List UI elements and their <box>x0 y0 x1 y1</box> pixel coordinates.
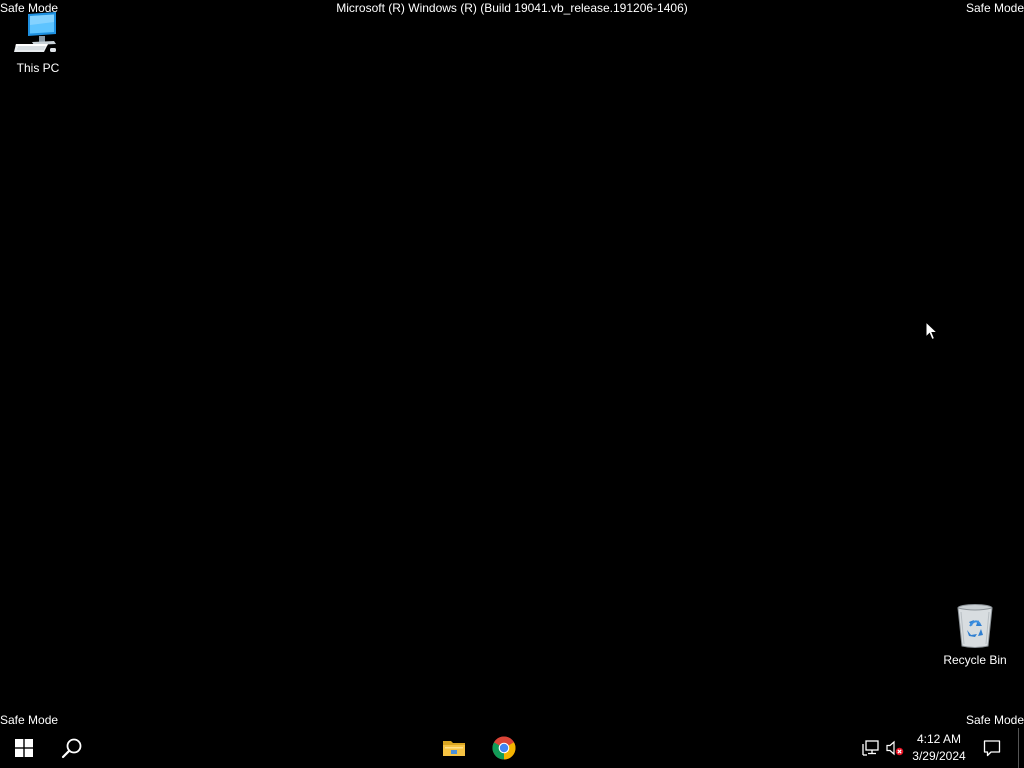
computer-icon <box>14 12 56 52</box>
mouse-cursor-icon <box>925 321 939 341</box>
safe-mode-label-bottom-right: Safe Mode <box>965 713 1024 727</box>
network-icon <box>862 740 879 756</box>
windows-logo-icon <box>15 739 33 757</box>
taskbar-clock[interactable]: 4:12 AM 3/29/2024 <box>906 728 972 768</box>
action-center-button[interactable] <box>976 728 1008 768</box>
desktop-icon-this-pc[interactable]: This PC <box>0 10 76 75</box>
taskbar-chrome-button[interactable] <box>480 728 528 768</box>
volume-muted-icon <box>886 740 904 756</box>
desktop-icon-recycle-bin[interactable]: Recycle Bin <box>937 602 1013 667</box>
recycle-bin-icon <box>957 604 993 648</box>
clock-date: 3/29/2024 <box>912 749 966 763</box>
desktop-icon-label: This PC <box>16 61 60 75</box>
tray-network-button[interactable] <box>860 728 882 768</box>
safe-mode-label-bottom-left: Safe Mode <box>0 713 59 727</box>
tray-volume-button[interactable] <box>884 728 906 768</box>
file-explorer-icon <box>443 741 465 756</box>
search-button[interactable] <box>48 728 96 768</box>
taskbar: 4:12 AM 3/29/2024 <box>0 728 1024 768</box>
clock-time: 4:12 AM <box>916 732 962 746</box>
desktop-icon-label: Recycle Bin <box>943 653 1007 667</box>
desktop[interactable]: Safe Mode Microsoft (R) Windows (R) (Bui… <box>0 0 1024 728</box>
taskbar-file-explorer-button[interactable] <box>430 728 478 768</box>
action-center-icon <box>983 740 1001 757</box>
chrome-icon <box>492 736 516 760</box>
start-button[interactable] <box>0 728 48 768</box>
build-watermark: Microsoft (R) Windows (R) (Build 19041.v… <box>336 1 688 15</box>
search-icon <box>61 738 82 759</box>
safe-mode-label-top-right: Safe Mode <box>965 1 1024 15</box>
show-desktop-button[interactable] <box>1018 728 1024 768</box>
